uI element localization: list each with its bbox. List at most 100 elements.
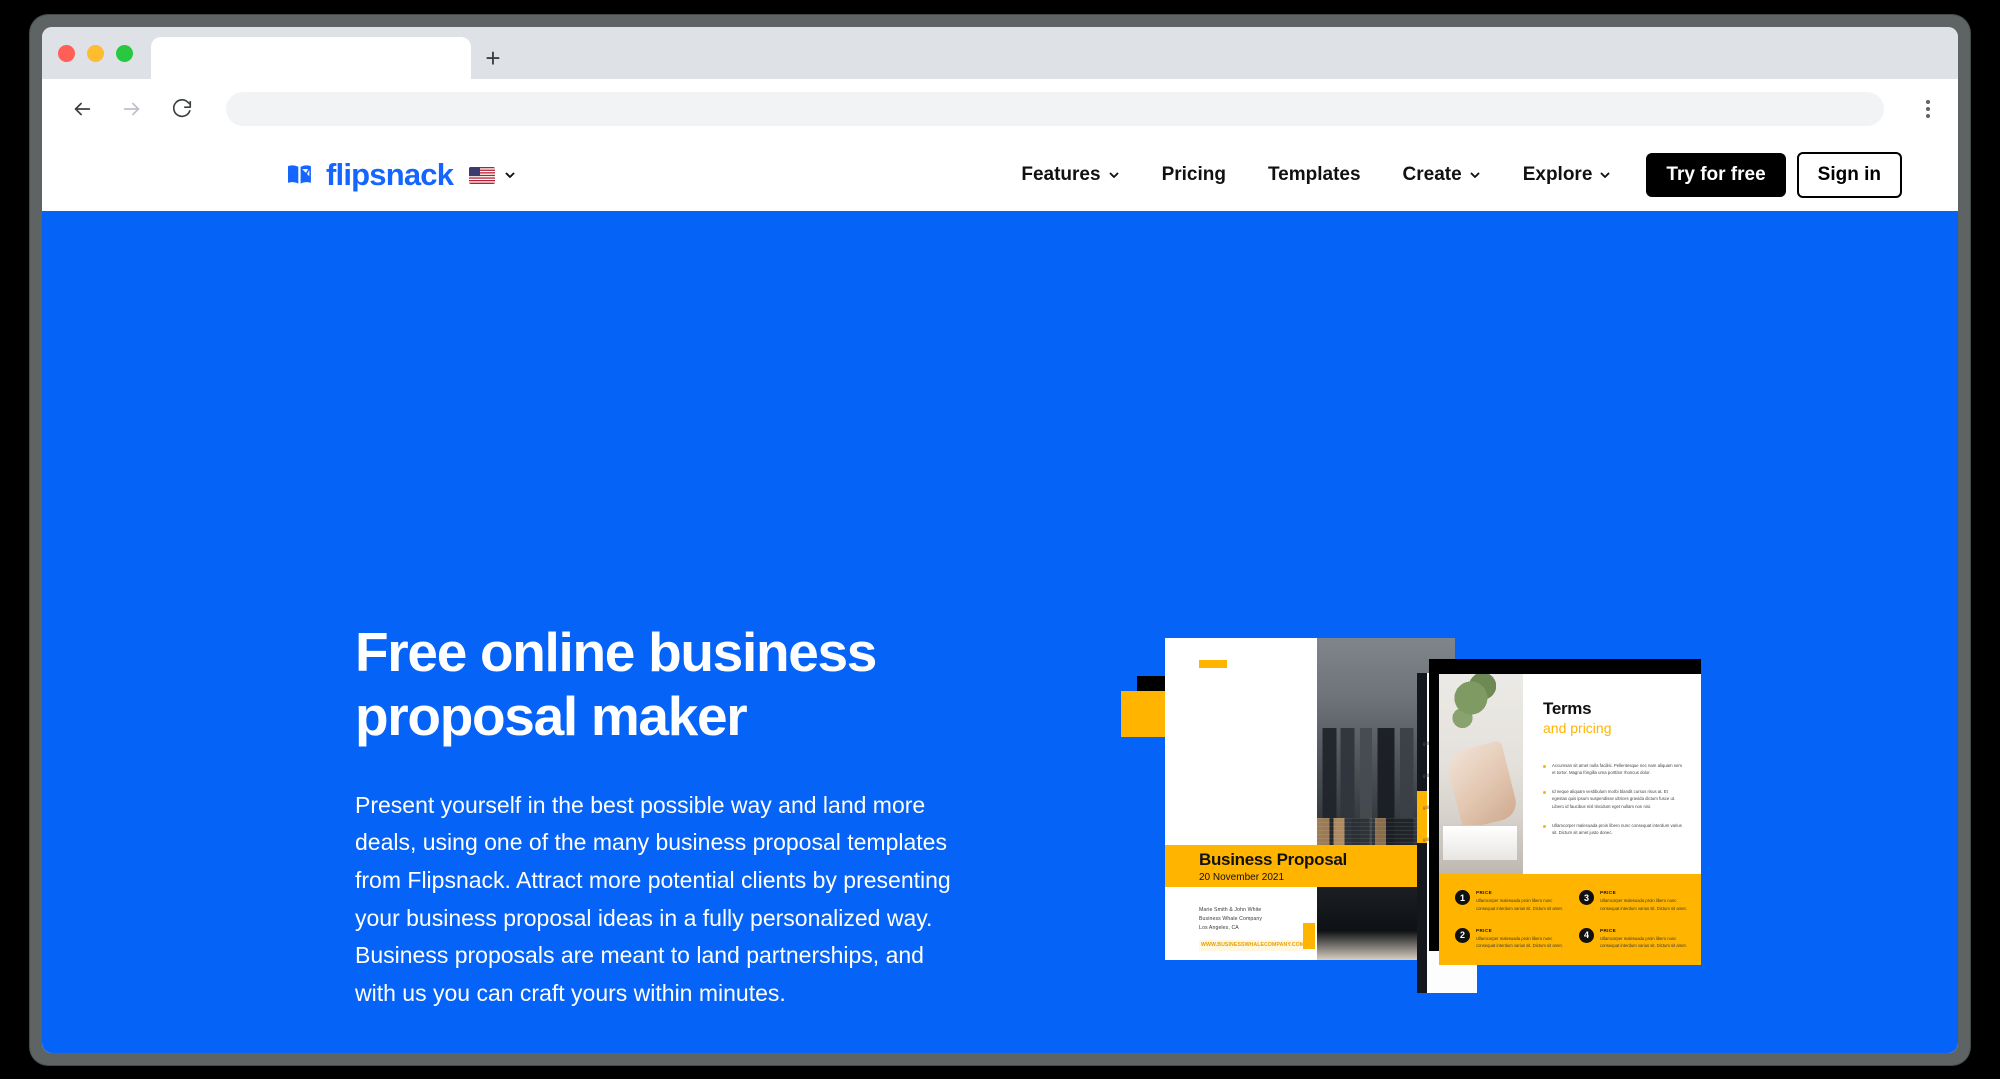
nav-item-create[interactable]: Create xyxy=(1382,164,1502,186)
cover-company: Business Whale Company xyxy=(1199,916,1263,923)
new-tab-button[interactable]: + xyxy=(471,37,515,79)
bullet-dot-icon xyxy=(1543,790,1546,794)
locale-selector[interactable] xyxy=(469,166,516,184)
price-content: PRICE Ullamcorper malesuada proin libero… xyxy=(1476,890,1563,914)
reload-icon xyxy=(172,99,192,118)
price-number: 1 xyxy=(1455,890,1470,905)
try-for-free-button[interactable]: Try for free xyxy=(1646,153,1786,197)
price-number: 4 xyxy=(1579,927,1594,943)
browser-window-inner: + flipsnack Features Pricing Templates C… xyxy=(42,27,1958,1053)
mid-yellow-bar xyxy=(1417,791,1427,843)
terms-price-grid: 1 PRICE Ullamcorper malesuada proin libe… xyxy=(1439,874,1701,965)
logo[interactable]: flipsnack xyxy=(287,157,454,193)
price-label: PRICE xyxy=(1476,890,1493,895)
price-number: 2 xyxy=(1455,927,1470,943)
price-item: 4 PRICE Ullamcorper malesuada proin libe… xyxy=(1579,927,1687,952)
web-page: flipsnack Features Pricing Templates Cre… xyxy=(42,139,1958,1053)
brand-area: flipsnack xyxy=(287,157,516,193)
nav-label: Explore xyxy=(1522,164,1593,185)
nav-label: Pricing xyxy=(1161,164,1226,185)
terms-bullet: Id neque aliquam vestibulum morbi blandi… xyxy=(1543,788,1683,811)
hero-section: Free online business proposal maker Pres… xyxy=(42,211,1958,1053)
arrow-right-icon xyxy=(123,102,140,116)
cover-accent-bar xyxy=(1199,660,1227,668)
nav-label: Features xyxy=(1021,164,1101,185)
bullet-dot-icon xyxy=(1543,824,1546,828)
terms-bullet: Accumsan sit amet nulla facilisi. Pellen… xyxy=(1543,762,1683,777)
desktop-backdrop: + flipsnack Features Pricing Templates C… xyxy=(0,0,2000,1079)
page-title: Free online business proposal maker xyxy=(355,621,877,747)
hero-description: Present yourself in the best possible wa… xyxy=(355,791,951,1007)
minimize-window-icon[interactable] xyxy=(87,44,104,62)
decorative-yellow-square xyxy=(1121,691,1167,737)
browser-window: + flipsnack Features Pricing Templates C… xyxy=(30,15,1970,1065)
price-content: PRICE Ullamcorper malesuada proin libero… xyxy=(1600,890,1687,914)
price-content: PRICE Ullamcorper malesuada proin libero… xyxy=(1476,928,1563,952)
reload-button[interactable] xyxy=(168,95,196,123)
price-label: PRICE xyxy=(1600,890,1617,895)
terms-bullets: Accumsan sit amet nulla facilisi. Pellen… xyxy=(1543,762,1683,837)
chevron-down-icon xyxy=(505,172,515,178)
price-label: PRICE xyxy=(1600,927,1617,933)
cover-meta: Marie Smith & John White Business Whale … xyxy=(1199,906,1319,952)
kebab-dot-icon xyxy=(1926,107,1930,111)
desk-photo xyxy=(1439,674,1523,874)
bullet-text: Accumsan sit amet nulla facilisi. Pellen… xyxy=(1552,762,1682,776)
nav-item-explore[interactable]: Explore xyxy=(1502,164,1633,186)
price-number: 3 xyxy=(1579,890,1594,905)
arrow-left-icon xyxy=(74,102,91,116)
close-window-icon[interactable] xyxy=(58,44,75,62)
address-bar[interactable] xyxy=(226,92,1884,126)
cover-url: WWW.BUSINESSWHALECOMPANY.COM xyxy=(1199,940,1307,952)
cover-authors: Marie Smith & John White xyxy=(1199,907,1262,913)
browser-tab-strip: + xyxy=(42,27,1958,79)
proposal-terms-page: Terms and pricing Accumsan sit amet null… xyxy=(1439,674,1701,965)
us-flag-icon xyxy=(469,166,496,184)
sign-in-button[interactable]: Sign in xyxy=(1796,152,1902,198)
back-button[interactable] xyxy=(68,95,96,123)
terms-title: Terms xyxy=(1543,699,1592,718)
bullet-text: Id neque aliquam vestibulum morbi blandi… xyxy=(1552,788,1676,809)
chevron-down-icon xyxy=(1470,172,1480,178)
browser-tab[interactable] xyxy=(151,37,471,79)
price-label: PRICE xyxy=(1476,927,1493,933)
cover-location: Los Angeles, CA xyxy=(1199,925,1239,932)
terms-bullet: Ullamcorper malesuada proin libero nunc … xyxy=(1543,822,1683,837)
brand-name: flipsnack xyxy=(326,157,454,192)
bullet-dot-icon xyxy=(1543,764,1546,768)
browser-toolbar xyxy=(42,79,1958,139)
nav-item-templates[interactable]: Templates xyxy=(1247,164,1382,186)
maximize-window-icon[interactable] xyxy=(116,44,133,62)
price-item: 3 PRICE Ullamcorper malesuada proin libe… xyxy=(1579,890,1687,914)
main-nav: Features Pricing Templates Create Explor… xyxy=(1000,152,1902,198)
terms-top: Terms and pricing Accumsan sit amet null… xyxy=(1439,674,1701,874)
kebab-dot-icon xyxy=(1926,100,1930,104)
nav-label: Templates xyxy=(1267,164,1361,185)
plus-icon: + xyxy=(485,43,501,73)
nav-label: Create xyxy=(1402,164,1462,185)
cover-title-band: Business Proposal 20 November 2021 xyxy=(1165,845,1455,887)
kebab-dot-icon xyxy=(1926,114,1930,118)
price-text: Ullamcorper malesuada proin libero nunc … xyxy=(1600,898,1687,911)
price-item: 2 PRICE Ullamcorper malesuada proin libe… xyxy=(1455,927,1563,952)
bullet-text: Ullamcorper malesuada proin libero nunc … xyxy=(1552,822,1682,836)
price-item: 1 PRICE Ullamcorper malesuada proin libe… xyxy=(1455,890,1563,914)
site-header: flipsnack Features Pricing Templates Cre… xyxy=(42,139,1958,211)
price-text: Ullamcorper malesuada proin libero nunc … xyxy=(1600,935,1687,949)
chevron-down-icon xyxy=(1109,172,1119,178)
nav-item-features[interactable]: Features xyxy=(1000,164,1140,186)
proposal-cover-page: Business Proposal 20 November 2021 Marie… xyxy=(1165,638,1455,960)
flipsnack-book-icon xyxy=(288,165,311,184)
hero-artwork: gilla urna gilla urna gilla urna gilla u… xyxy=(1121,638,1727,1053)
price-content: PRICE Ullamcorper malesuada proin libero… xyxy=(1600,928,1687,952)
browser-menu-button[interactable] xyxy=(1914,95,1942,123)
window-controls xyxy=(58,27,151,79)
price-text: Ullamcorper malesuada proin libero nunc … xyxy=(1476,935,1563,949)
mid-dark-bar xyxy=(1417,843,1427,993)
price-text: Ullamcorper malesuada proin libero nunc … xyxy=(1476,898,1563,911)
hero-copy: Free online business proposal maker Pres… xyxy=(355,621,955,1053)
terms-body: Terms and pricing Accumsan sit amet null… xyxy=(1523,674,1701,874)
nav-item-pricing[interactable]: Pricing xyxy=(1141,164,1247,186)
forward-button[interactable] xyxy=(118,95,146,123)
chevron-down-icon xyxy=(1600,172,1610,178)
